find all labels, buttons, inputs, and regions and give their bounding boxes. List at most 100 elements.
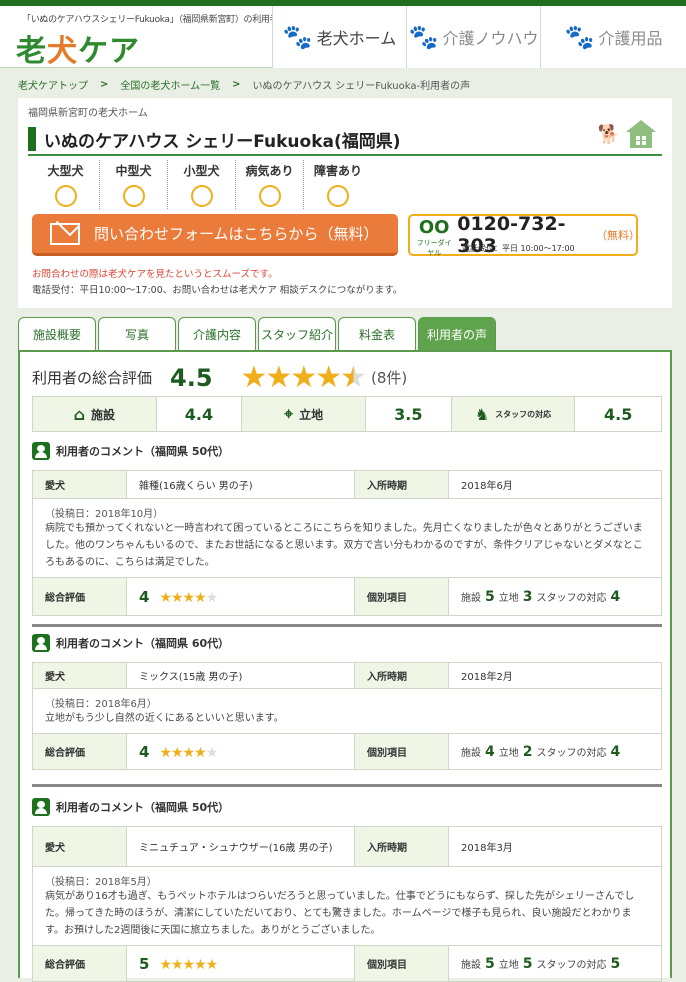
review-stars: ★★★★★ <box>159 956 218 973</box>
paw-icon: 🐾 <box>408 23 439 51</box>
tab-overview[interactable]: 施設概要 <box>18 317 96 351</box>
inquiry-form-label: 問い合わせフォームはこちらから（無料） <box>94 225 379 243</box>
subscore-facility-label: ⌂ 施設 <box>33 397 157 431</box>
user-icon <box>32 634 50 652</box>
free-dial-label: フリーダイヤル <box>416 239 452 257</box>
item-facility-value: 5 <box>485 588 495 605</box>
review-heading: 利用者のコメント（福岡県 60代） <box>32 632 662 654</box>
inquiry-notice: お問合わせの際は老犬ケアを見たというとスムーズです。 <box>32 269 278 280</box>
accept-small-dog: 小型犬 <box>168 160 236 209</box>
subscore-facility-value: 4.4 <box>157 397 243 431</box>
items-label: 個別項目 <box>354 577 449 616</box>
staff-dog-icon: ♞ <box>474 404 490 424</box>
accept-label: 病気あり <box>245 164 294 178</box>
paw-icon: 🐾 <box>564 23 595 51</box>
review-heading: 利用者のコメント（福岡県 50代） <box>32 796 662 818</box>
item-staff-value: 4 <box>610 743 621 760</box>
review-score: 4 <box>139 742 150 761</box>
mail-icon <box>50 222 80 245</box>
items-cell: 施設 4 立地 2 スタッフの対応 4 <box>448 733 662 770</box>
item-location-value: 2 <box>522 743 533 760</box>
home-icon: ⌂ <box>73 404 86 424</box>
nav-label: 介護用品 <box>598 29 663 48</box>
subscore-label: スタッフの対応 <box>495 409 552 419</box>
nav-label: 介護ノウハウ <box>442 29 539 48</box>
review-body-cell: （投稿日：2018年6月） 立地がもう少し自然の近くにあるといいと思います。 <box>32 688 662 734</box>
phone-notice: 電話受付：平日10:00～17:00、お問い合わせは老犬ケア 相談デスクにつなが… <box>32 285 403 296</box>
overall-score-cell: 4 ★★★★★ <box>126 733 355 770</box>
review-heading-text: 利用者のコメント（福岡県 50代） <box>56 445 230 458</box>
breadcrumb-current: いぬのケアハウス シェリーFukuoka-利用者の声 <box>252 80 471 92</box>
item-location-label: 立地 <box>498 592 519 604</box>
review-table: 愛犬 ミニュチュア・シュナウザー(16歳 男の子) 入所時期 2018年3月 （… <box>32 826 662 982</box>
facility-location: 福岡県新宮町の老犬ホーム <box>28 108 148 119</box>
accept-label: 小型犬 <box>183 164 220 178</box>
facility-tabs: 施設概要 写真 介護内容 スタッフ紹介 料金表 利用者の声 <box>18 317 496 351</box>
period-value: 2018年6月 <box>448 470 662 499</box>
period-value: 2018年3月 <box>448 826 662 867</box>
items-cell: 施設 5 立地 3 スタッフの対応 4 <box>448 577 662 616</box>
logo-text-1: 老 <box>16 34 47 69</box>
dog-label: 愛犬 <box>32 662 127 689</box>
accept-label: 大型犬 <box>47 164 84 178</box>
item-facility-value: 5 <box>485 955 495 972</box>
item-staff-label: スタッフの対応 <box>536 747 607 759</box>
ok-circle-icon <box>54 185 77 207</box>
accept-medium-dog: 中型犬 <box>100 160 168 209</box>
review-item: 利用者のコメント（福岡県 60代） 愛犬 ミックス(15歳 男の子) 入所時期 … <box>32 632 662 770</box>
items-label: 個別項目 <box>354 945 449 982</box>
period-label: 入所時期 <box>354 470 449 499</box>
facility-pref: (福岡県) <box>333 131 401 152</box>
review-body: 病気があり16才も過ぎ、もうペットホテルはつらいだろうと思っていました。仕事でど… <box>45 891 635 936</box>
phone-box[interactable]: OO フリーダイヤル 0120-732-303 （無料） 電話受付：平日 10:0… <box>408 213 640 257</box>
item-facility-label: 施設 <box>461 592 481 604</box>
breadcrumb-link-top[interactable]: 老犬ケアトップ <box>18 77 88 92</box>
period-label: 入所時期 <box>354 662 449 689</box>
logo-text-3: ケア <box>78 34 140 69</box>
tab-photos[interactable]: 写真 <box>98 317 176 351</box>
review-heading: 利用者のコメント（福岡県 50代） <box>32 440 662 462</box>
post-date: （投稿日：2018年6月） <box>45 699 157 710</box>
nav-label: 老犬ホーム <box>316 29 397 48</box>
overall-score-cell: 5 ★★★★★ <box>126 945 355 982</box>
user-icon <box>32 798 50 816</box>
review-heading-text: 利用者のコメント（福岡県 50代） <box>56 801 230 814</box>
inquiry-form-button[interactable]: 問い合わせフォームはこちらから（無料） <box>32 214 398 256</box>
overall-score: 4.5 <box>170 363 213 392</box>
item-location-label: 立地 <box>498 959 519 971</box>
period-value: 2018年2月 <box>448 662 662 689</box>
nav-item-dog-home[interactable]: 🐾 老犬ホーム <box>272 6 406 68</box>
review-stars: ★★★★★ <box>159 744 218 761</box>
breadcrumb-link-list[interactable]: 全国の老犬ホーム一覧 <box>120 77 220 92</box>
subscore-location-label: ⌖ 立地 <box>242 397 366 431</box>
overall-rating: 利用者の総合評価 4.5 ★★★★★ (8件) <box>32 360 407 395</box>
ok-circle-icon <box>122 185 145 207</box>
item-staff-value: 4 <box>610 588 621 605</box>
items-cell: 施設 5 立地 5 スタッフの対応 5 <box>448 945 662 982</box>
overall-score-label: 総合評価 <box>32 733 127 770</box>
site-header: 「いぬのケアハウスシェリーFukuoka」（福岡県新宮町）の利用者の声。【老犬ケ… <box>0 6 686 70</box>
item-location-label: 立地 <box>498 747 519 759</box>
nav-item-care-knowhow[interactable]: 🐾 介護ノウハウ <box>406 6 540 68</box>
facility-card: 福岡県新宮町の老犬ホーム いぬのケアハウス シェリーFukuoka (福岡県) … <box>18 98 672 308</box>
dog-label: 愛犬 <box>32 470 127 499</box>
overall-score-label: 総合評価 <box>32 577 127 616</box>
tab-staff[interactable]: スタッフ紹介 <box>258 317 336 351</box>
item-facility-value: 4 <box>485 743 495 760</box>
tab-pricing[interactable]: 料金表 <box>338 317 416 351</box>
ok-circle-icon <box>258 185 281 207</box>
ok-circle-icon <box>190 185 213 207</box>
tab-care[interactable]: 介護内容 <box>178 317 256 351</box>
review-divider <box>32 784 662 787</box>
breadcrumb: 老犬ケアトップ > 全国の老犬ホーム一覧 > いぬのケアハウス シェリーFuku… <box>0 68 686 100</box>
nav-item-care-goods[interactable]: 🐾 介護用品 <box>540 6 686 68</box>
breadcrumb-separator-icon: > <box>232 78 241 90</box>
item-staff-label: スタッフの対応 <box>536 959 607 971</box>
tab-reviews[interactable]: 利用者の声 <box>418 317 496 351</box>
overall-stars: ★★★★★ <box>240 360 367 395</box>
breadcrumb-separator-icon: > <box>100 78 109 90</box>
site-logo[interactable]: 老犬ケア <box>16 26 140 70</box>
map-pin-icon: ⌖ <box>284 404 294 423</box>
dog-silhouette-icon: 🐕 <box>597 124 620 145</box>
post-date: （投稿日：2018年5月） <box>45 877 157 888</box>
